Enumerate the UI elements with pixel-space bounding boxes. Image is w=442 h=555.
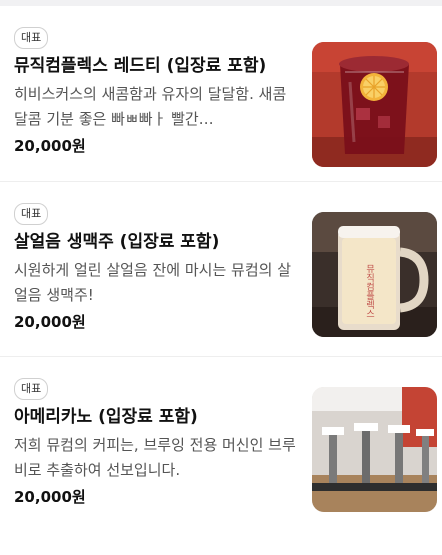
menu-item-price: 20,000원 (14, 488, 86, 506)
menu-item-text: 대표 뮤직컴플렉스 레드티 (입장료 포함) 히비스커스의 새콤함과 유자의 달… (14, 26, 299, 157)
signature-badge: 대표 (14, 27, 49, 49)
menu-item-description: 히비스커스의 새콤함과 유자의 달달함. 새콤달콤 기분 좋은 빠ㅃ빠ㅏ 빨간… (14, 85, 287, 128)
menu-item-price: 20,000원 (14, 137, 86, 155)
menu-list: 대표 뮤직컴플렉스 레드티 (입장료 포함) 히비스커스의 새콤함과 유자의 달… (0, 6, 442, 531)
menu-item-text: 대표 살얼음 생맥주 (입장료 포함) 시원하게 얼린 살얼음 잔에 마시는 뮤… (14, 202, 299, 333)
menu-item[interactable]: 대표 살얼음 생맥주 (입장료 포함) 시원하게 얼린 살얼음 잔에 마시는 뮤… (0, 181, 442, 356)
signature-badge: 대표 (14, 203, 49, 225)
menu-item-name: 살얼음 생맥주 (입장료 포함) (14, 232, 220, 252)
menu-item-description: 저희 뮤컴의 커피는, 브루잉 전용 머신인 브루비로 추출하여 선보입니다. (14, 436, 296, 479)
menu-item-price: 20,000원 (14, 313, 86, 331)
frosted-beer-mug-photo[interactable]: 뮤직컴플렉스 (312, 212, 437, 337)
menu-item-text: 대표 아메리카노 (입장료 포함) 저희 뮤컴의 커피는, 브루잉 전용 머신인… (14, 377, 299, 508)
menu-item-name: 뮤직컴플렉스 레드티 (입장료 포함) (14, 56, 267, 76)
menu-item[interactable]: 대표 뮤직컴플렉스 레드티 (입장료 포함) 히비스커스의 새콤함과 유자의 달… (0, 6, 442, 181)
menu-item-description: 시원하게 얼린 살얼음 잔에 마시는 뮤컴의 살얼음 생맥주! (14, 261, 292, 304)
menu-item-name: 아메리카노 (입장료 포함) (14, 407, 198, 427)
brewing-machine-photo[interactable] (312, 387, 437, 512)
signature-badge: 대표 (14, 378, 49, 400)
mug-text: 뮤직컴플렉스 (364, 264, 374, 318)
red-iced-tea-photo[interactable] (312, 42, 437, 167)
menu-item[interactable]: 대표 아메리카노 (입장료 포함) 저희 뮤컴의 커피는, 브루잉 전용 머신인… (0, 356, 442, 531)
